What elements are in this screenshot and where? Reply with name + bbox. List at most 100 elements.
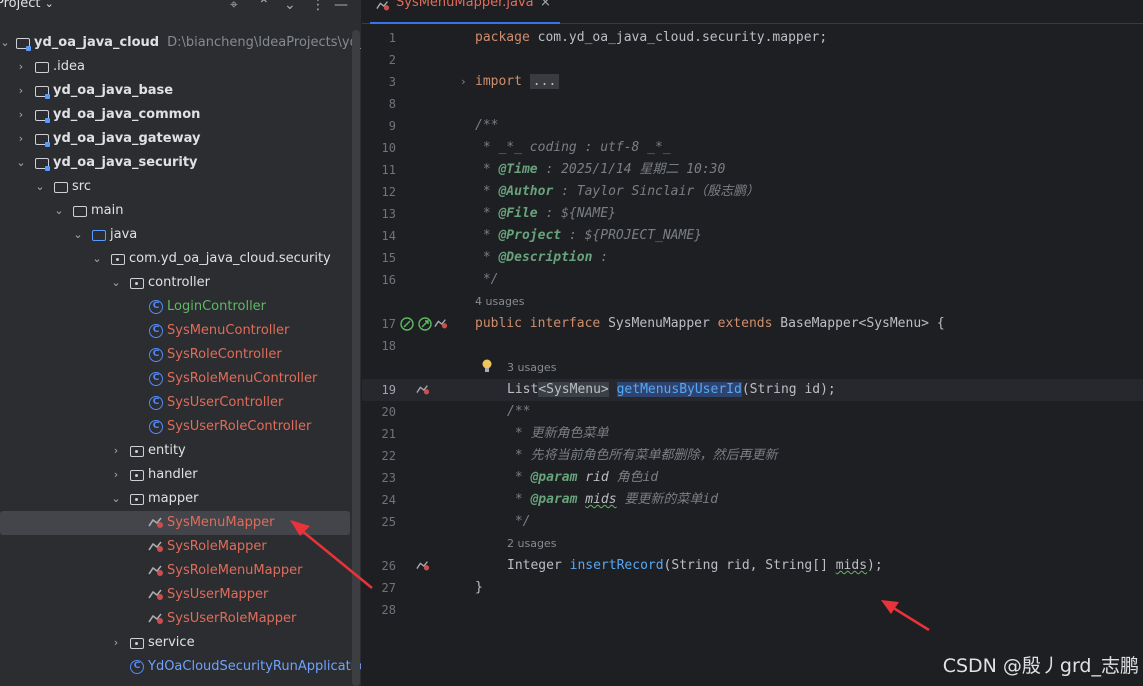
chevron-down-icon[interactable]: ⌄ — [52, 199, 66, 223]
tree-item-common[interactable]: › yd_oa_java_common — [0, 103, 361, 127]
chevron-right-icon[interactable]: › — [14, 79, 28, 103]
code-line: 24 * @param mids 要更新的菜单id — [362, 489, 1143, 511]
line-number: 20 — [381, 405, 396, 419]
tree-item-base[interactable]: › yd_oa_java_base — [0, 79, 361, 103]
code-line: 22 * 先将当前角色所有菜单都删除，然后再更新 — [362, 445, 1143, 467]
tree-item-label: handler — [148, 467, 198, 482]
tree-item-label: SysUserMapper — [167, 587, 269, 602]
mybatis-mapper-icon — [148, 589, 163, 600]
line-number: 22 — [381, 449, 396, 463]
tree-item-controller[interactable]: ⌄ controller — [0, 271, 361, 295]
mybatis-navigate-icon[interactable] — [434, 317, 448, 331]
tree-item-sysmenu-mapper[interactable]: SysMenuMapper — [0, 511, 350, 535]
project-scrollbar[interactable] — [352, 30, 360, 686]
tree-item-sysmenu-controller[interactable]: C SysMenuController — [0, 319, 361, 343]
options-menu-icon[interactable]: ⋮ — [311, 0, 325, 14]
usages-hint[interactable]: 4 usages — [475, 291, 524, 313]
collapse-all-icon[interactable]: ⌄ — [284, 0, 296, 14]
tree-item-root[interactable]: ⌄ yd_oa_java_cloud D:\biancheng\IdeaProje… — [0, 31, 361, 55]
line-number: 14 — [381, 229, 396, 243]
tree-item-sysrole-controller[interactable]: C SysRoleController — [0, 343, 361, 367]
code-token: <SysMenu> — [538, 382, 609, 397]
tree-item-mapper[interactable]: ⌄ mapper — [0, 487, 361, 511]
code-token: /** — [507, 404, 531, 419]
mybatis-navigate-icon[interactable] — [416, 383, 430, 397]
chevron-down-icon[interactable]: ⌄ — [90, 247, 104, 271]
tree-item-sysuserrole-controller[interactable]: C SysUserRoleController — [0, 415, 361, 439]
chevron-right-icon[interactable]: › — [14, 103, 28, 127]
code-line: 25 */ — [362, 511, 1143, 533]
chevron-down-icon[interactable]: ⌄ — [0, 31, 12, 55]
chevron-down-icon[interactable]: ⌄ — [109, 271, 123, 295]
code-token: ); — [867, 558, 883, 573]
lightbulb-icon[interactable] — [482, 359, 492, 373]
code-line: 20 /** — [362, 401, 1143, 423]
implemented-icon[interactable] — [400, 317, 414, 331]
source-folder-icon — [92, 230, 106, 241]
project-tool-window: Project ⌄ ⌖ ⌃ ⌄ ⋮ — ⌄ yd_oa_java_cloud D:… — [0, 0, 361, 686]
overrides-icon[interactable] — [418, 317, 432, 331]
expand-all-icon[interactable]: ⌃ — [258, 0, 270, 14]
tree-item-label: SysMenuMapper — [167, 515, 275, 530]
line-number: 10 — [381, 141, 396, 155]
tree-item-package-root[interactable]: ⌄ com.yd_oa_java_cloud.security — [0, 247, 361, 271]
tree-item-sysrolemenu-mapper[interactable]: SysRoleMenuMapper — [0, 559, 361, 583]
line-number: 8 — [388, 97, 396, 111]
tree-item-label: yd_oa_java_cloud D:\biancheng\IdeaProject… — [34, 35, 361, 50]
folded-imports[interactable]: ... — [529, 74, 560, 89]
chevron-down-icon[interactable]: ⌄ — [33, 175, 47, 199]
code-area[interactable]: 1 package com.yd_oa_java_cloud.security.… — [362, 27, 1143, 686]
tree-item-gateway[interactable]: › yd_oa_java_gateway — [0, 127, 361, 151]
code-token: @File — [498, 206, 538, 221]
code-token: @param — [530, 492, 578, 507]
tree-item-sysuser-controller[interactable]: C SysUserController — [0, 391, 361, 415]
tree-item-label: SysUserRoleController — [167, 419, 312, 434]
chevron-right-icon[interactable]: › — [109, 463, 123, 487]
package-icon — [130, 278, 144, 289]
close-icon[interactable]: × — [540, 0, 551, 10]
usages-hint[interactable]: 3 usages — [507, 357, 556, 379]
code-token: * 先将当前角色所有菜单都删除，然后再更新 — [507, 448, 778, 463]
class-icon: C — [149, 396, 163, 410]
code-token: * _*_ coding : utf-8 _*_ — [475, 140, 671, 155]
hide-panel-icon[interactable]: — — [334, 0, 348, 14]
chevron-down-icon[interactable]: ⌄ — [109, 487, 123, 511]
project-view-selector[interactable]: Project ⌄ — [0, 0, 54, 11]
tree-item-java[interactable]: ⌄ java — [0, 223, 361, 247]
tree-item-sysrole-mapper[interactable]: SysRoleMapper — [0, 535, 361, 559]
tree-item-sysuser-mapper[interactable]: SysUserMapper — [0, 583, 361, 607]
mybatis-navigate-icon[interactable] — [416, 559, 430, 573]
chevron-right-icon[interactable]: › — [109, 631, 123, 655]
tree-item-label: yd_oa_java_base — [53, 83, 174, 98]
tree-item-login-controller[interactable]: C LoginController — [0, 295, 361, 319]
fold-expand-icon[interactable]: › — [460, 71, 467, 93]
tree-item-idea[interactable]: › .idea — [0, 55, 361, 79]
tree-item-handler[interactable]: › handler — [0, 463, 361, 487]
chevron-right-icon[interactable]: › — [14, 127, 28, 151]
tree-item-entity[interactable]: › entity — [0, 439, 361, 463]
tree-item-label: yd_oa_java_gateway — [53, 131, 201, 146]
mybatis-mapper-icon — [376, 1, 390, 11]
chevron-down-icon[interactable]: ⌄ — [14, 151, 28, 175]
code-token: @Time — [498, 162, 538, 177]
tree-item-main[interactable]: ⌄ main — [0, 199, 361, 223]
chevron-down-icon[interactable]: ⌄ — [71, 223, 85, 247]
locate-file-icon[interactable]: ⌖ — [230, 0, 238, 14]
line-number: 13 — [381, 207, 396, 221]
usages-hint[interactable]: 2 usages — [507, 533, 556, 555]
tree-item-run-application[interactable]: C YdOaCloudSecurityRunApplication — [0, 655, 361, 679]
chevron-right-icon[interactable]: › — [14, 55, 28, 79]
tree-item-src[interactable]: ⌄ src — [0, 175, 361, 199]
hint-line: 3 usages — [362, 357, 1143, 379]
tree-item-service[interactable]: › service — [0, 631, 361, 655]
line-number: 12 — [381, 185, 396, 199]
tree-item-sysrolemenu-controller[interactable]: C SysRoleMenuController — [0, 367, 361, 391]
chevron-right-icon[interactable]: › — [109, 439, 123, 463]
tree-item-sysuserrole-mapper[interactable]: SysUserRoleMapper — [0, 607, 361, 631]
class-icon: C — [149, 372, 163, 386]
module-folder-icon — [35, 110, 50, 123]
tab-sysmenumapper[interactable]: SysMenuMapper.java × — [370, 0, 551, 24]
code-token: mids — [835, 558, 868, 573]
tree-item-security[interactable]: ⌄ yd_oa_java_security — [0, 151, 361, 175]
code-line: 9 /** — [362, 115, 1143, 137]
